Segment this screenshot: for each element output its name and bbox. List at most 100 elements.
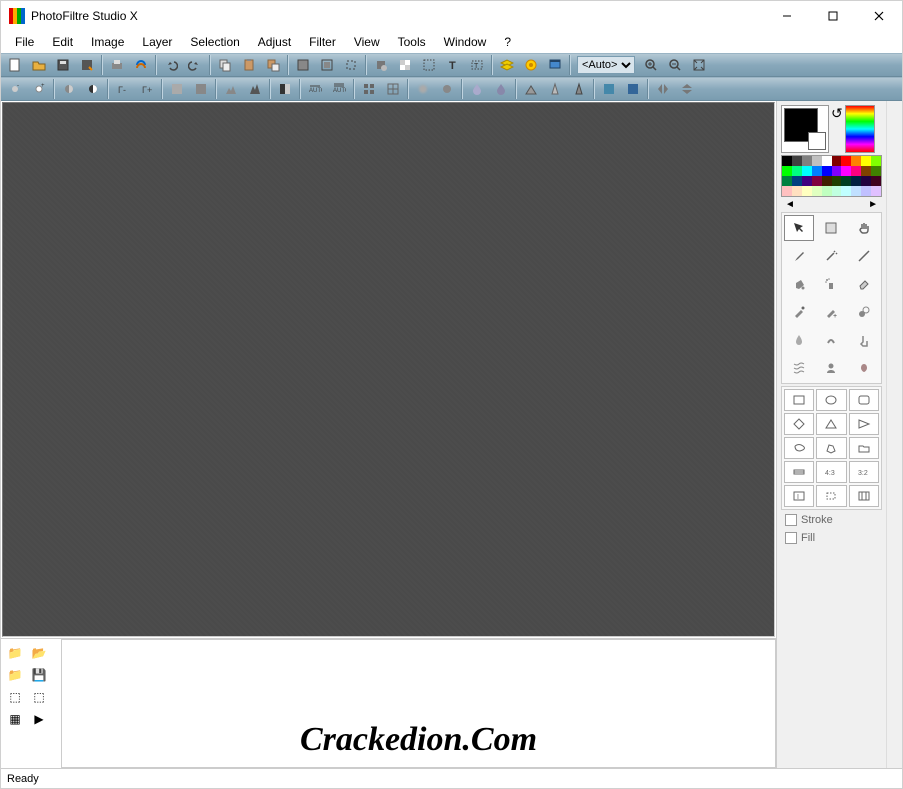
stamp-icon[interactable]: T [466,54,488,76]
gamma-minus-icon[interactable]: Γ- [112,78,134,100]
shape-triangle-icon[interactable] [816,413,846,435]
portrait-tool-icon[interactable] [816,355,846,381]
drop-2-icon[interactable] [490,78,512,100]
minimize-button[interactable] [764,1,810,31]
palette-swatch[interactable] [832,166,842,176]
layer-grid-icon[interactable]: ▦ [5,709,25,729]
layer-sel2-icon[interactable]: ⬚ [29,687,49,707]
wand-tool-icon[interactable] [816,243,846,269]
undo-icon[interactable] [160,54,182,76]
palette-swatch[interactable] [792,166,802,176]
eyedropper-tool-icon[interactable] [784,243,814,269]
brightness-minus-icon[interactable]: - [4,78,26,100]
drop-icon[interactable] [466,78,488,100]
zoom-out-icon[interactable] [664,54,686,76]
palette-swatch[interactable] [782,186,792,196]
auto-levels-2-icon[interactable]: AUTO [328,78,350,100]
gamma-plus-icon[interactable]: Γ+ [136,78,158,100]
text-bound-icon[interactable]: I [784,485,814,507]
sharpen-more-icon[interactable] [568,78,590,100]
spray-tool-icon[interactable] [816,271,846,297]
paste-icon[interactable] [238,54,260,76]
menu-help[interactable]: ? [496,33,519,51]
pointer-tool-icon[interactable] [784,215,814,241]
contrast-minus-icon[interactable] [58,78,80,100]
palette-swatch[interactable] [812,166,822,176]
text-icon[interactable]: T [442,54,464,76]
canvas[interactable] [2,102,775,637]
copy-icon[interactable] [214,54,236,76]
eraser-tool-icon[interactable] [849,271,879,297]
palette-swatch[interactable] [822,176,832,186]
layer-new-icon[interactable]: 📁 [5,643,25,663]
ratio-43-icon[interactable]: 4:3 [816,461,846,483]
palette-swatch[interactable] [782,156,792,166]
layer-dup-icon[interactable]: 📁 [5,665,25,685]
maximize-button[interactable] [810,1,856,31]
shape-polygon-icon[interactable] [816,437,846,459]
layer-open-icon[interactable]: 📂 [29,643,49,663]
canvas-size-icon[interactable] [316,54,338,76]
brightness-plus-icon[interactable]: + [28,78,50,100]
palette-swatch[interactable] [841,166,851,176]
palette-swatch[interactable] [792,176,802,186]
brush-tool-icon[interactable] [784,299,814,325]
saturation-minus-icon[interactable] [166,78,188,100]
layer-save-icon[interactable]: 💾 [29,665,49,685]
stroke-checkbox[interactable] [785,514,797,526]
saturation-plus-icon[interactable] [190,78,212,100]
palette-swatch[interactable] [822,166,832,176]
shape-lasso-icon[interactable] [784,437,814,459]
art-tool-icon[interactable] [849,355,879,381]
shape-folder-icon[interactable] [849,437,879,459]
colorize-2-icon[interactable] [622,78,644,100]
palette-swatch[interactable] [802,166,812,176]
background-color[interactable] [808,132,826,150]
palette-swatch[interactable] [792,186,802,196]
tile-1-icon[interactable] [358,78,380,100]
smudge-tool-icon[interactable] [816,327,846,353]
palette-swatch[interactable] [871,176,881,186]
palette-swatch[interactable] [871,166,881,176]
grid-bound-icon[interactable] [849,485,879,507]
menu-adjust[interactable]: Adjust [250,33,299,51]
shape-rounded-icon[interactable] [849,389,879,411]
redo-icon[interactable] [184,54,206,76]
color-palette[interactable] [781,155,882,197]
palette-prev-icon[interactable]: ◄ [785,199,795,210]
image-size-icon[interactable] [292,54,314,76]
layer-sel1-icon[interactable]: ⬚ [5,687,25,707]
palette-swatch[interactable] [812,176,822,186]
palette-swatch[interactable] [802,156,812,166]
fg-bg-swatch[interactable] [781,105,829,153]
palette-swatch[interactable] [851,166,861,176]
save-as-icon[interactable] [76,54,98,76]
distort-tool-icon[interactable] [784,355,814,381]
selection-tool-icon[interactable] [816,215,846,241]
contrast-plus-icon[interactable] [82,78,104,100]
palette-swatch[interactable] [861,176,871,186]
menu-filter[interactable]: Filter [301,33,344,51]
hue-strip[interactable] [845,105,875,153]
fill-checkbox[interactable] [785,532,797,544]
colorize-icon[interactable] [598,78,620,100]
flip-v-icon[interactable] [676,78,698,100]
grayscale-icon[interactable] [274,78,296,100]
palette-swatch[interactable] [832,186,842,196]
menu-layer[interactable]: Layer [134,33,180,51]
palette-swatch[interactable] [802,186,812,196]
zoom-in-icon[interactable] [640,54,662,76]
relief-icon[interactable] [520,78,542,100]
palette-swatch[interactable] [782,166,792,176]
crop-icon[interactable] [340,54,362,76]
palette-swatch[interactable] [792,156,802,166]
fit-icon[interactable] [688,54,710,76]
layer-play-icon[interactable]: ▶ [29,709,49,729]
advanced-brush-tool-icon[interactable]: + [816,299,846,325]
blur-icon[interactable] [412,78,434,100]
palette-swatch[interactable] [832,156,842,166]
layers-icon[interactable] [496,54,518,76]
palette-swatch[interactable] [861,186,871,196]
crop-bound-icon[interactable] [816,485,846,507]
line-tool-icon[interactable] [849,243,879,269]
